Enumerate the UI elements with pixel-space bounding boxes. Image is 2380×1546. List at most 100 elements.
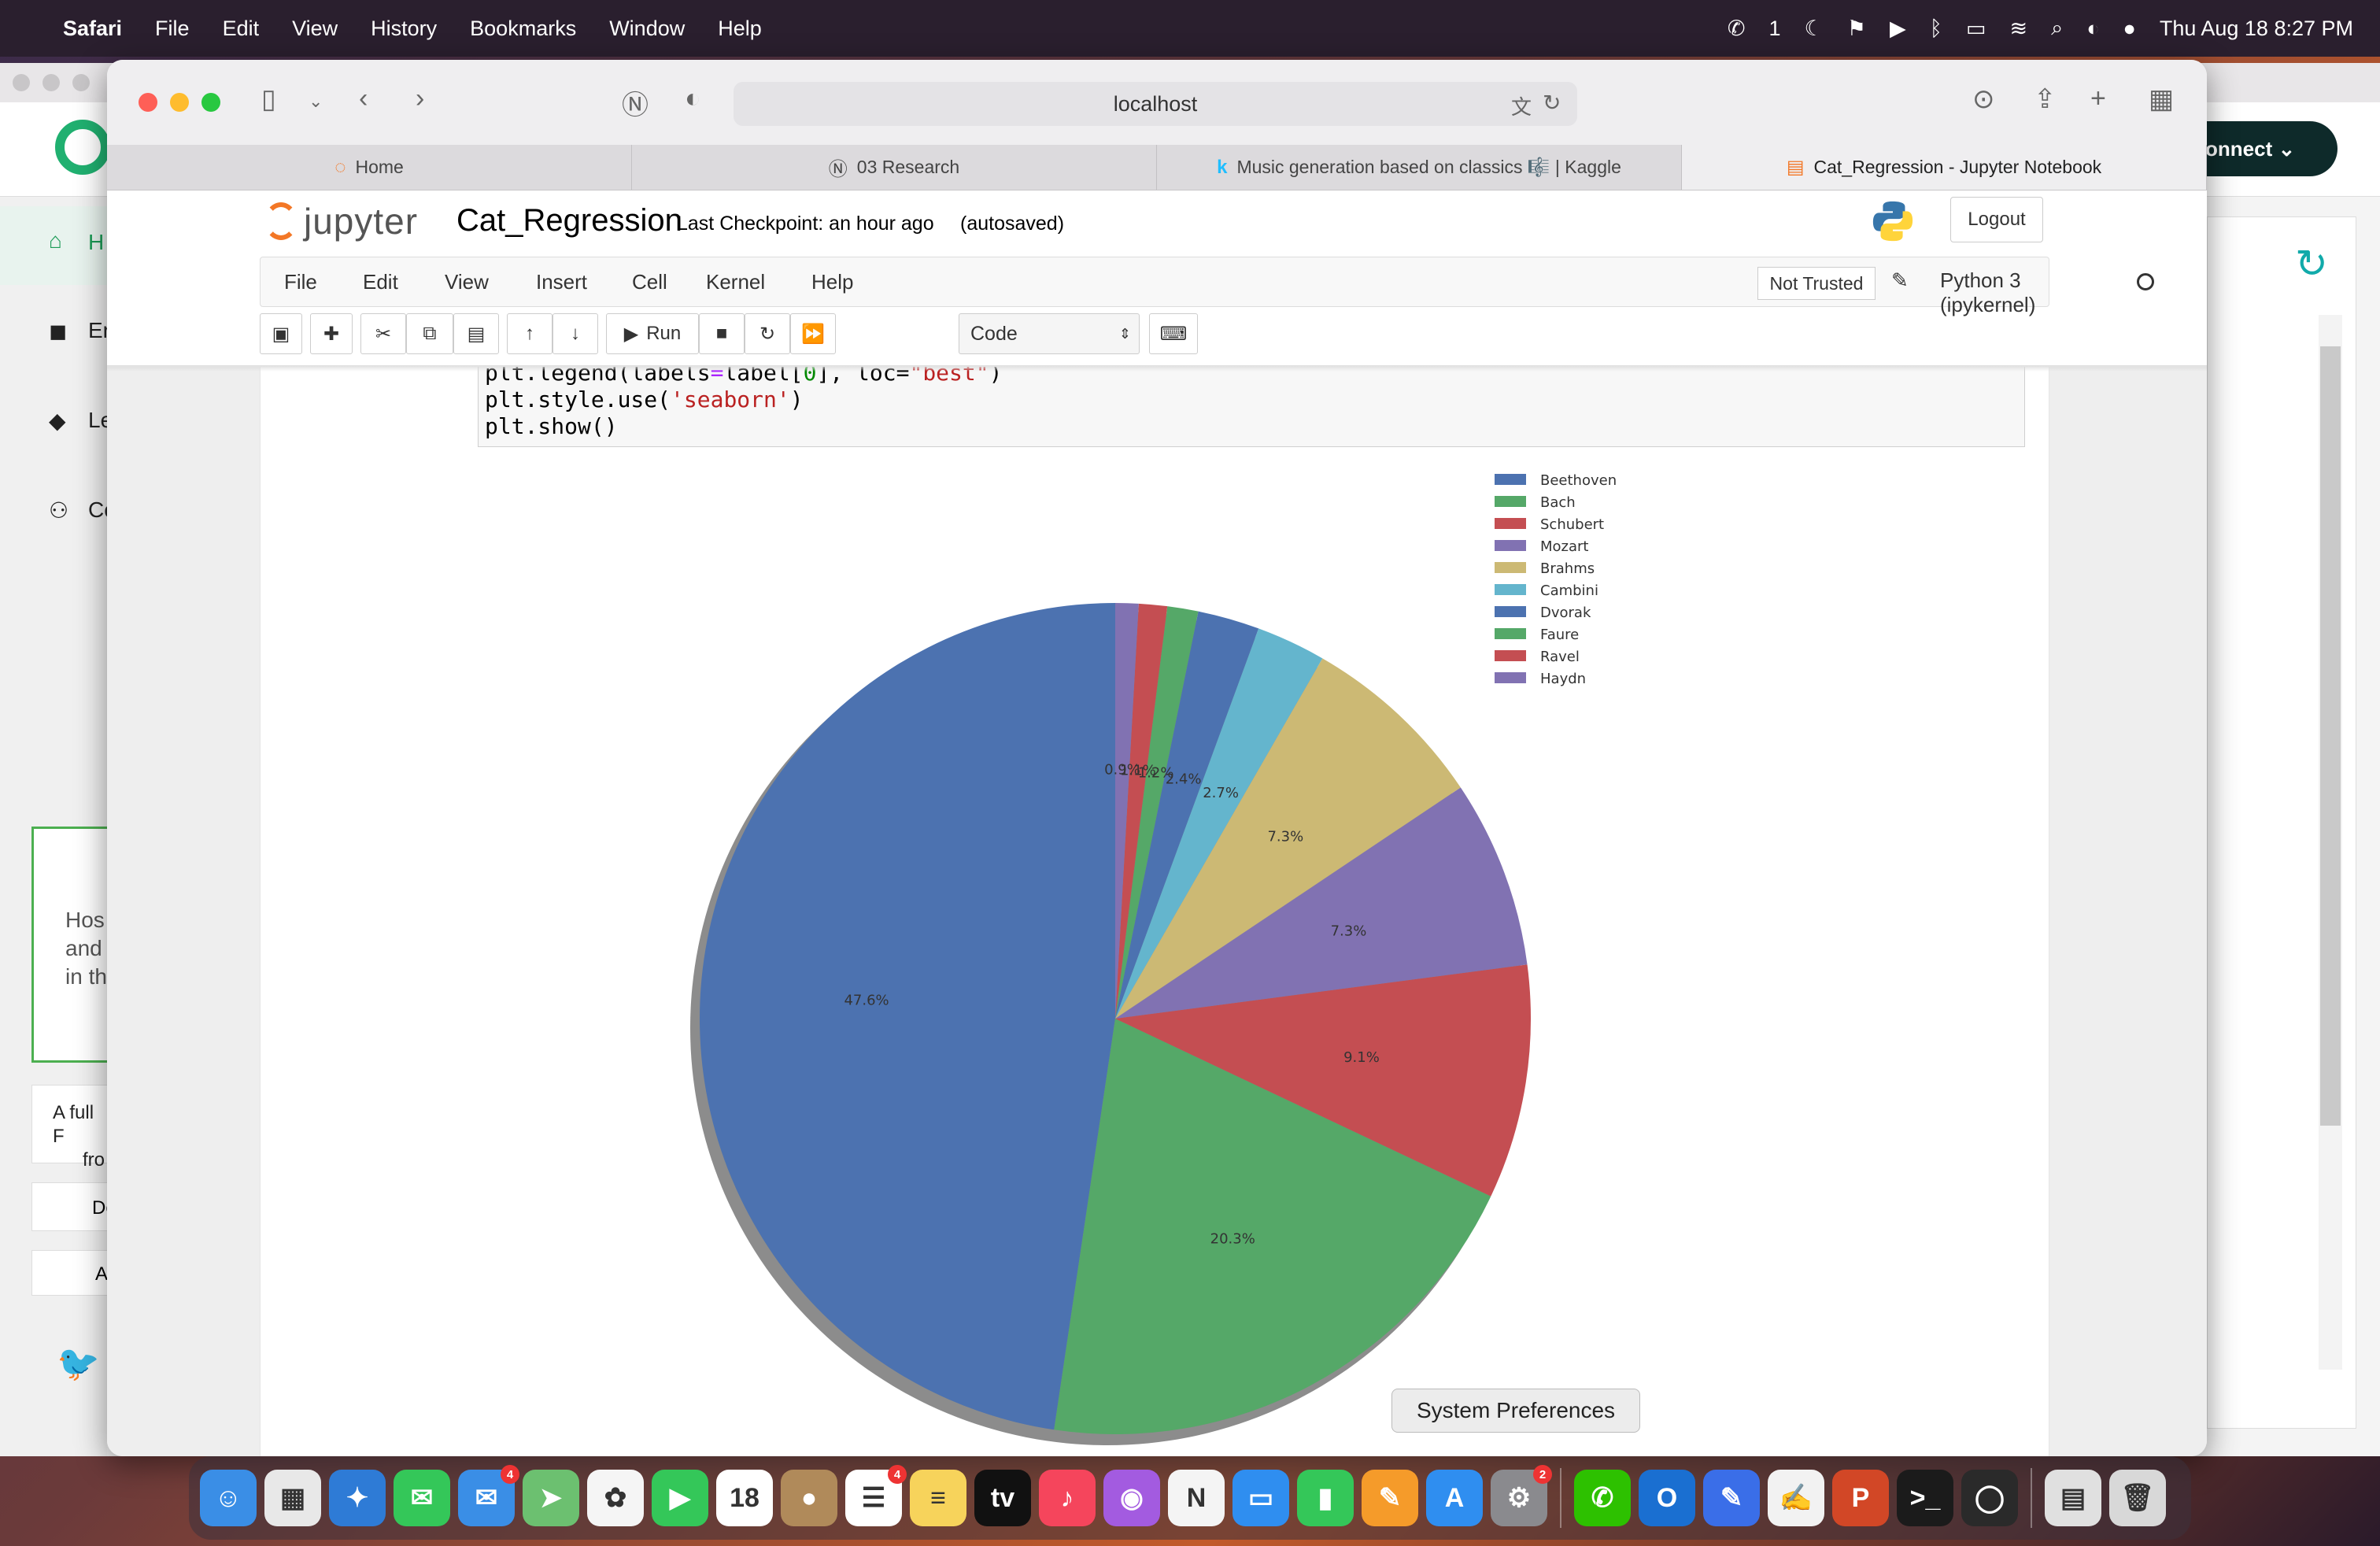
dock-jupyter-ring-icon[interactable]: ◯	[1961, 1470, 2018, 1526]
code-cell[interactable]: plt.legend(labels=label[0], loc="best") …	[478, 367, 2025, 447]
wechat-status-icon[interactable]: ✆	[1728, 17, 1746, 41]
new-tab-icon[interactable]: +	[2090, 83, 2106, 114]
menu-history[interactable]: History	[371, 17, 437, 41]
play-icon[interactable]: ▶	[1890, 17, 1906, 41]
menu-clock[interactable]: Thu Aug 18 8:27 PM	[2160, 17, 2353, 41]
jmenu-kernel[interactable]: Kernel	[706, 270, 765, 294]
dock-news-icon[interactable]: N	[1168, 1470, 1225, 1526]
tab-kaggle[interactable]: k Music generation based on classics 🎼 |…	[1157, 145, 1682, 190]
tab-home[interactable]: ◌ Home	[107, 145, 632, 190]
logout-button[interactable]: Logout	[1950, 197, 2043, 242]
download-icon[interactable]: ⊙	[1972, 83, 1995, 115]
pencil-icon[interactable]: ✎	[1891, 268, 1909, 293]
tab-research[interactable]: Ⓝ 03 Research	[632, 145, 1157, 190]
minimize-window-button[interactable]	[170, 93, 189, 112]
bg-button-1[interactable]: De	[31, 1182, 116, 1231]
move-up-button[interactable]: ↑	[507, 313, 552, 354]
flag-icon[interactable]: ⚑	[1847, 17, 1866, 41]
sidebar-item-home[interactable]: H	[88, 230, 104, 255]
cut-button[interactable]: ✂	[360, 313, 406, 354]
jmenu-insert[interactable]: Insert	[536, 270, 587, 294]
cell-type-select[interactable]: Code ⇕	[959, 313, 1140, 354]
dock-wechat-icon[interactable]: ✆	[1574, 1470, 1631, 1526]
dock-outlook-icon[interactable]: O	[1639, 1470, 1695, 1526]
copy-button[interactable]: ⧉	[406, 313, 453, 354]
jmenu-edit[interactable]: Edit	[363, 270, 398, 294]
menu-bookmarks[interactable]: Bookmarks	[470, 17, 576, 41]
learn-icon[interactable]: ◆	[49, 408, 66, 434]
dock-safari-icon[interactable]: ✦	[329, 1470, 386, 1526]
twitter-icon[interactable]: 🐦	[57, 1343, 100, 1384]
notebook-name[interactable]: Cat_Regression	[456, 203, 682, 239]
run-button[interactable]: ▶ Run	[606, 313, 699, 354]
notion-extension-icon[interactable]: Ⓝ	[622, 83, 649, 122]
kernel-name[interactable]: Python 3 (ipykernel)	[1940, 268, 2049, 317]
dock-terminal-icon[interactable]: >_	[1897, 1470, 1953, 1526]
dock-app-store-icon[interactable]: A	[1426, 1470, 1483, 1526]
dock-tv-icon[interactable]: tv	[974, 1470, 1031, 1526]
dock-system-preferences-icon[interactable]: ⚙ 2	[1491, 1465, 1552, 1526]
dock-reminders-icon[interactable]: ☰ 4	[845, 1465, 907, 1526]
dock-trash-icon[interactable]: 🗑	[2109, 1470, 2166, 1526]
siri-icon[interactable]: ●	[2123, 17, 2136, 41]
menu-app-name[interactable]: Safari	[63, 17, 122, 41]
paste-button[interactable]: ▤	[453, 313, 499, 354]
dock-podcasts-icon[interactable]: ◉	[1103, 1470, 1160, 1526]
dock-music-icon[interactable]: ♪	[1039, 1470, 1096, 1526]
close-window-button[interactable]	[139, 93, 157, 112]
tab-notebook[interactable]: ▤ Cat_Regression - Jupyter Notebook	[1682, 145, 2207, 190]
forward-icon[interactable]: ›	[416, 83, 424, 114]
jmenu-help[interactable]: Help	[811, 270, 853, 294]
sidebar-toggle-icon[interactable]: ▯	[261, 83, 276, 115]
tab-overview-icon[interactable]: ▦	[2149, 83, 2174, 115]
menu-help[interactable]: Help	[718, 17, 762, 41]
translate-icon[interactable]: 文	[1511, 91, 1532, 120]
jmenu-cell[interactable]: Cell	[632, 270, 667, 294]
background-scrollbar[interactable]	[2319, 315, 2342, 1370]
dock-messages-icon[interactable]: ✉	[394, 1470, 450, 1526]
dock-finder-icon[interactable]: ☺	[200, 1470, 257, 1526]
dock-maps-icon[interactable]: ➤	[523, 1470, 579, 1526]
dock-documents-icon[interactable]: ▤	[2045, 1470, 2101, 1526]
control-center-icon[interactable]: ◐	[2086, 17, 2099, 41]
menu-edit[interactable]: Edit	[223, 17, 260, 41]
not-trusted-button[interactable]: Not Trusted	[1757, 267, 1876, 300]
share-icon[interactable]: ⇪	[2034, 83, 2057, 115]
dock-numbers-icon[interactable]: ▮	[1297, 1470, 1354, 1526]
insert-cell-button[interactable]: ✚	[310, 313, 353, 354]
dock-calendar-icon[interactable]: 18	[716, 1470, 773, 1526]
battery-icon[interactable]: ▭	[1966, 17, 1986, 41]
menu-view[interactable]: View	[292, 17, 338, 41]
dock-pages-icon[interactable]: ✎	[1362, 1470, 1418, 1526]
dock-launchpad-icon[interactable]: ▦	[264, 1470, 321, 1526]
dock-mail-icon[interactable]: ✉ 4	[458, 1465, 519, 1526]
search-icon[interactable]: ⌕	[2051, 16, 2063, 41]
dock-powerpoint-icon[interactable]: P	[1832, 1470, 1889, 1526]
menu-window[interactable]: Window	[609, 17, 685, 41]
home-icon[interactable]: ⌂	[49, 228, 62, 253]
dock-notes-icon[interactable]: ≡	[910, 1470, 966, 1526]
dock-textedit-icon[interactable]: ✍	[1768, 1470, 1824, 1526]
shield-icon[interactable]: ◐	[685, 83, 701, 114]
refresh-icon[interactable]: ↻	[2295, 241, 2328, 287]
interrupt-button[interactable]: ■	[699, 313, 745, 354]
community-icon[interactable]: ⚇	[49, 497, 68, 523]
dock-xcode-pen-icon[interactable]: ✎	[1703, 1470, 1760, 1526]
address-bar[interactable]: localhost	[734, 82, 1577, 126]
back-icon[interactable]: ‹	[359, 83, 368, 114]
chevron-down-icon[interactable]: ⌄	[309, 91, 323, 112]
bluetooth-icon[interactable]: ᛒ	[1930, 17, 1942, 41]
restart-button[interactable]: ↻	[745, 313, 790, 354]
move-down-button[interactable]: ↓	[552, 313, 598, 354]
save-button[interactable]: ▣	[260, 313, 302, 354]
restart-run-all-button[interactable]: ⏩	[790, 313, 836, 354]
jmenu-view[interactable]: View	[445, 270, 489, 294]
dock-keynote-icon[interactable]: ▭	[1232, 1470, 1289, 1526]
jupyter-logo[interactable]: jupyter	[264, 200, 418, 242]
zoom-window-button[interactable]	[201, 93, 220, 112]
reload-icon[interactable]: ↻	[1543, 90, 1561, 116]
menu-file[interactable]: File	[155, 17, 190, 41]
dock-facetime-icon[interactable]: ▶	[652, 1470, 708, 1526]
jmenu-file[interactable]: File	[284, 270, 317, 294]
wifi-icon[interactable]: ≋	[2009, 17, 2027, 41]
